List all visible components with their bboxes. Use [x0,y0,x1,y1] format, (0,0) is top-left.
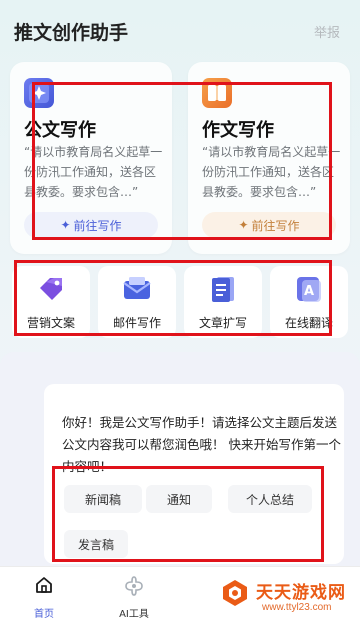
app-title: 推文创作助手 [14,22,129,44]
nav-ai-tools[interactable]: AI工具 [104,575,164,620]
essay-writing-card[interactable]: 作文写作 “请以市教育局名义起草一份防汛工作通知，送各区县教委。要求包含…” ✦… [188,62,350,254]
topic-chip-news[interactable]: 新闻稿 [64,485,142,513]
sparkle-icon: ✦ [238,218,249,232]
watermark-logo [220,578,250,608]
go-write-label: 前往写作 [73,218,122,233]
svg-text:A: A [304,284,314,299]
tool-marketing-copy[interactable]: 营销文案 [12,266,90,338]
header: 推文创作助手 举报 [0,0,360,56]
topic-chip-summary[interactable]: 个人总结 [228,485,312,513]
tool-label: 邮件写作 [112,316,161,330]
card-description: “请以市教育局名义起草一份防汛工作通知，送各区县教委。要求包含…” [202,145,341,199]
nav-label: AI工具 [119,609,149,620]
tool-article-expand[interactable]: 文章扩写 [184,266,262,338]
tool-label: 文章扩写 [198,316,247,330]
report-button[interactable]: 举报 [314,22,340,41]
tool-email-writing[interactable]: 邮件写作 [98,266,176,338]
card-title: 作文写作 [202,120,274,141]
nav-label: 首页 [34,609,54,620]
topic-chip-speech[interactable]: 发言稿 [64,530,128,558]
topic-chip-notice[interactable]: 通知 [146,485,212,513]
site-watermark: 天天游戏网 www.ttyl23.com [212,572,360,620]
essay-writing-icon [202,78,232,108]
go-write-button[interactable]: ✦ 前往写作 [202,212,336,238]
watermark-url: www.ttyl23.com [262,602,332,613]
card-description: “请以市教育局名义起草一份防汛工作通知，送各区县教委。要求包含…” [24,145,163,199]
tool-label: 营销文案 [26,316,75,330]
tag-icon [36,274,66,304]
translate-icon: A [294,274,324,304]
official-writing-card[interactable]: 公文写作 “请以市教育局名义起草一份防汛工作通知，送各区县教委。要求包含…” ✦… [10,62,172,254]
sparkle-icon: ✦ [60,218,71,232]
ai-tools-icon [123,575,145,601]
tool-label: 在线翻译 [284,316,333,330]
go-write-label: 前往写作 [251,218,300,233]
tools-row: 营销文案 邮件写作 文章扩写 A 在线翻译 [12,266,360,338]
card-title: 公文写作 [24,120,96,141]
tool-online-translate[interactable]: A 在线翻译 [270,266,348,338]
nav-home[interactable]: 首页 [14,575,74,620]
document-icon [208,274,238,304]
official-writing-icon [24,78,54,108]
envelope-icon [122,274,152,304]
go-write-button[interactable]: ✦ 前往写作 [24,212,158,238]
home-icon [34,575,54,599]
welcome-message: 你好！我是公文写作助手！请选择公文主题后发送公文内容我可以帮您润色哦！ 快来开始… [62,415,341,474]
watermark-name: 天天游戏网 [256,583,346,603]
